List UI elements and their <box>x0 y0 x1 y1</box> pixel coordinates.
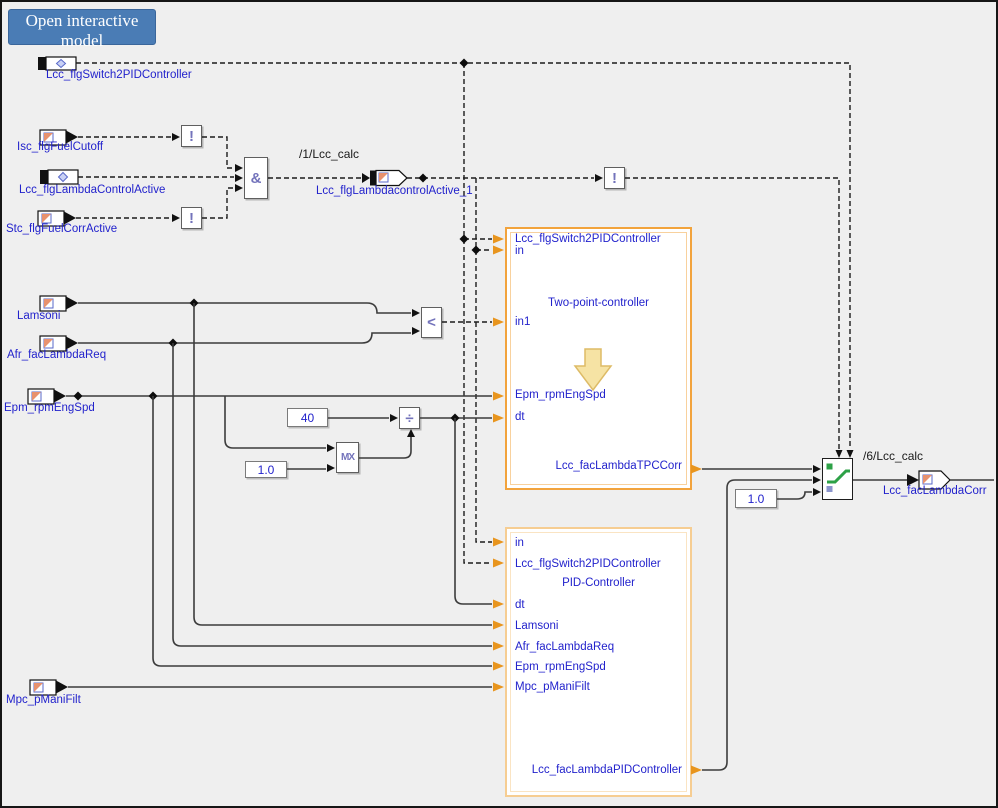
window-border <box>0 0 998 808</box>
source-block-mpc-pmanifilt[interactable] <box>30 680 68 695</box>
pid-port-label: Epm_rpmEngSpd <box>515 661 606 673</box>
signal-icon <box>34 683 43 692</box>
not-glyph: ! <box>189 211 194 226</box>
pid-controller-subsystem[interactable]: in Lcc_flgSwitch2PIDController PID-Contr… <box>505 527 692 797</box>
pid-title: PID-Controller <box>507 577 690 589</box>
wire-epm-rpmengspd <box>66 392 492 667</box>
wire-afr-faclambdareq <box>78 327 492 646</box>
tpc-port-label: Lcc_flgSwitch2PIDController <box>515 233 661 245</box>
signal-icon <box>42 214 51 223</box>
pid-port-label: Mpc_pManiFilt <box>515 681 590 693</box>
switch-block[interactable] <box>822 458 853 500</box>
not-glyph: ! <box>189 129 194 144</box>
wire-minmax-to-divide <box>359 429 415 458</box>
sink-label: Lcc_facLambdaCorr <box>883 485 987 497</box>
tpc-port-label: in <box>515 245 524 257</box>
signal-icon <box>32 392 41 401</box>
wire-constant-40 <box>328 414 398 422</box>
source-label: Lamsoni <box>17 310 60 322</box>
source-label: Stc_flgFuelCorrActive <box>6 223 117 235</box>
signal-icon <box>44 339 53 348</box>
pid-port-label: Lcc_flgSwitch2PIDController <box>515 558 661 570</box>
constant-40[interactable]: 40 <box>287 408 328 427</box>
and-block[interactable]: & <box>244 157 268 199</box>
not-block-1[interactable]: ! <box>181 125 202 147</box>
wire-lcc-flglambdacontrolactive <box>78 174 243 182</box>
pid-port-label: Afr_facLambdaReq <box>515 641 614 653</box>
pid-port-label: in <box>515 537 524 549</box>
minmax-block[interactable]: MX <box>336 442 359 473</box>
pid-port-label: dt <box>515 599 525 611</box>
annotation-switch-output: /6/Lcc_calc <box>863 449 923 463</box>
source-label: Isc_flgFuelCutoff <box>17 141 103 153</box>
wire-constant-to-switch <box>777 488 821 499</box>
two-point-controller-subsystem[interactable]: Lcc_flgSwitch2PIDController in Two-point… <box>505 227 692 490</box>
named-signal-label: Lcc_flgLambdacontrolActive_1 <box>316 185 473 197</box>
source-block-lamsoni[interactable] <box>40 296 78 311</box>
boolean-diamond-icon <box>59 173 68 182</box>
signal-icon <box>923 475 932 484</box>
tpc-output-label: Lcc_facLambdaTPCCorr <box>555 460 682 472</box>
source-block-lcc-flglambdacontrolactive[interactable] <box>40 170 78 184</box>
source-label: Lcc_flgLambdaControlActive <box>19 184 165 196</box>
wire-overlay <box>0 0 998 808</box>
tpc-port-label: Epm_rpmEngSpd <box>515 389 606 401</box>
wire-pid-output-to-switch <box>691 476 821 775</box>
tpc-port-label: in1 <box>515 316 530 328</box>
boolean-diamond-icon <box>57 60 66 68</box>
open-interactive-model-button[interactable]: Open interactive model <box>8 9 156 45</box>
source-label: Epm_rpmEngSpd <box>4 402 95 414</box>
annotation-and-output: /1/Lcc_calc <box>299 147 359 161</box>
source-label: Lcc_flgSwitch2PIDController <box>46 69 192 81</box>
wire-divide-to-dt <box>420 414 492 605</box>
pid-port-label: Lamsoni <box>515 620 558 632</box>
source-label: Afr_facLambdaReq <box>7 349 106 361</box>
tpc-title: Two-point-controller <box>507 297 690 309</box>
source-label: Mpc_pManiFilt <box>6 694 81 706</box>
divide-glyph: ÷ <box>405 411 413 426</box>
minmax-glyph: MX <box>341 453 354 463</box>
constant-1-0[interactable]: 1.0 <box>245 461 287 478</box>
pid-output-label: Lcc_facLambdaPIDController <box>532 764 682 776</box>
not-block-2[interactable]: ! <box>181 207 202 229</box>
signal-icon <box>379 173 388 182</box>
wire-tpc-output-to-switch <box>691 465 821 474</box>
tpc-port-label: dt <box>515 411 525 423</box>
less-than-glyph: < <box>427 315 436 330</box>
not-block-3[interactable]: ! <box>604 167 625 189</box>
subsystem-port-arrows <box>493 235 504 692</box>
signal-icon <box>44 299 53 308</box>
named-signal-block-lambdacontrolactive-1[interactable] <box>362 171 407 186</box>
not-glyph: ! <box>612 171 617 186</box>
and-glyph: & <box>251 171 262 186</box>
divide-block[interactable]: ÷ <box>399 407 420 429</box>
wire-constant-1-0 <box>287 464 335 472</box>
model-canvas: Open interactive model Lcc_flgSwitch2PID… <box>0 0 998 808</box>
constant-1-0-switch[interactable]: 1.0 <box>735 489 777 508</box>
less-than-block[interactable]: < <box>421 307 442 338</box>
